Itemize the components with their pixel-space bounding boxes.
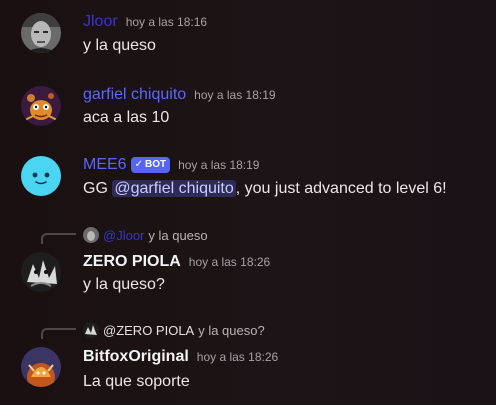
username[interactable]: garfiel chiquito [83, 86, 186, 104]
message-content: aca a las 10 [83, 109, 170, 126]
timestamp[interactable]: hoy a las 18:19 [178, 158, 259, 172]
username[interactable]: MEE6 [83, 156, 127, 174]
zero-small-avatar-icon [83, 322, 99, 338]
message-content: La que soporte [83, 373, 190, 390]
reply-author[interactable]: @Jloor [103, 228, 144, 243]
message-content: GG @garfiel chiquito, you just advanced … [83, 180, 447, 198]
bot-tag-label: BOT [144, 159, 167, 170]
username[interactable]: Jloor [83, 13, 118, 31]
reply-author[interactable]: @ZERO PIOLA [103, 323, 194, 338]
content-suffix: , you just advanced to level 6! [235, 180, 447, 197]
message-content: y la queso? [83, 276, 165, 293]
username[interactable]: ZERO PIOLA [83, 253, 181, 271]
reply-connector [41, 233, 76, 244]
zero-avatar-icon[interactable] [21, 252, 61, 292]
timestamp[interactable]: hoy a las 18:26 [189, 255, 270, 269]
bot-tag: ✓ BOT [130, 156, 171, 173]
mee6-avatar-icon[interactable] [21, 156, 61, 196]
reply-preview[interactable]: @ZERO PIOLA y la queso? [83, 321, 265, 339]
message-header: MEE6 ✓ BOT hoy a las 18:19 [83, 156, 259, 176]
garfiel-avatar-icon[interactable] [21, 86, 61, 126]
reply-text[interactable]: y la queso [148, 228, 207, 243]
message-header: garfiel chiquito hoy a las 18:19 [83, 86, 276, 106]
message-content: y la queso [83, 37, 156, 54]
chat-messages: Jloor hoy a las 18:16 y la queso garfiel… [0, 0, 496, 405]
timestamp[interactable]: hoy a las 18:19 [194, 88, 275, 102]
user-mention[interactable]: @garfiel chiquito [112, 180, 236, 197]
timestamp[interactable]: hoy a las 18:26 [197, 350, 278, 364]
timestamp[interactable]: hoy a las 18:16 [126, 15, 207, 29]
message-header: ZERO PIOLA hoy a las 18:26 [83, 253, 270, 273]
jloor-avatar-icon[interactable] [21, 13, 61, 53]
message-header: Jloor hoy a las 18:16 [83, 13, 207, 33]
bitfox-avatar-icon[interactable] [21, 347, 61, 387]
content-prefix: GG [83, 180, 113, 197]
reply-connector [41, 328, 76, 339]
reply-preview[interactable]: @Jloor y la queso [83, 226, 208, 244]
reply-text[interactable]: y la queso? [198, 323, 265, 338]
message-header: BitfoxOriginal hoy a las 18:26 [83, 348, 278, 368]
jloor-small-avatar-icon [83, 227, 99, 243]
verified-check-icon: ✓ [134, 159, 143, 170]
username[interactable]: BitfoxOriginal [83, 348, 189, 366]
